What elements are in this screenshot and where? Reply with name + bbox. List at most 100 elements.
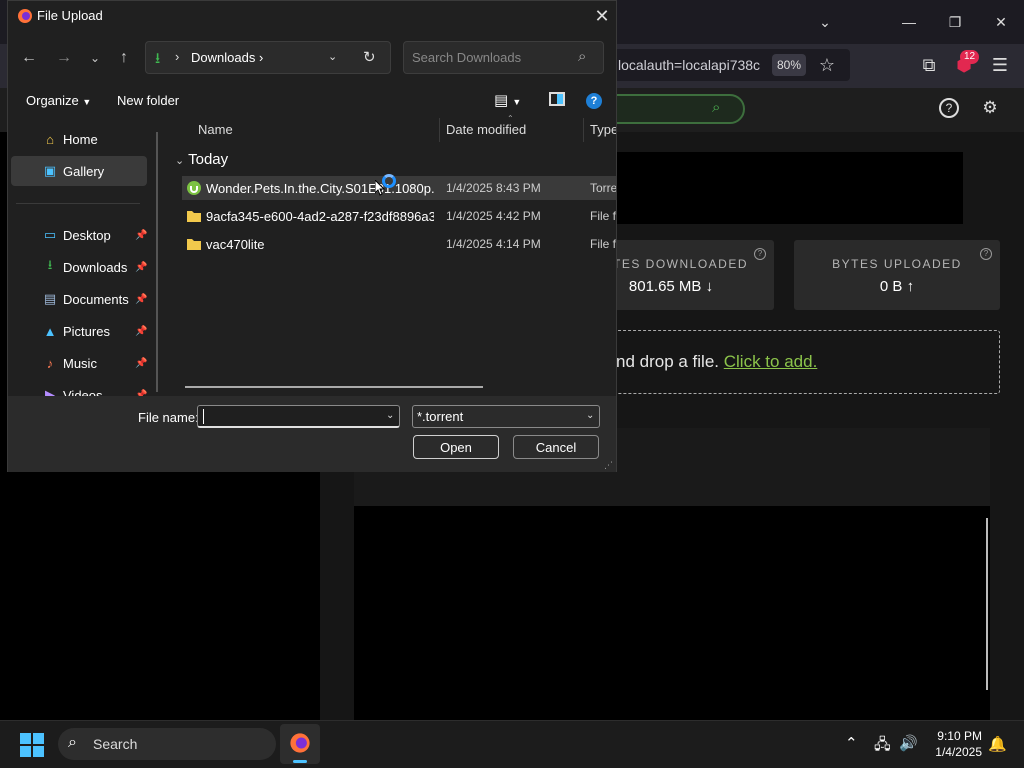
pin-icon: 📌 <box>135 293 148 305</box>
firefox-icon <box>290 733 310 753</box>
column-divider[interactable] <box>439 118 440 142</box>
arrow-down-icon: ↓ <box>705 278 714 295</box>
app-search-input[interactable] <box>600 94 745 124</box>
file-row[interactable]: Wonder.Pets.In.the.City.S01E01.1080p.WE.… <box>182 176 616 200</box>
nav-item-home[interactable]: ⌂ Home <box>11 124 147 154</box>
nav-item-label: Gallery <box>63 163 105 179</box>
help-icon[interactable]: ? <box>754 248 766 260</box>
dialog-title: File Upload <box>37 8 103 23</box>
network-icon[interactable]: 🖧 <box>874 734 891 759</box>
stat-label: BYTES UPLOADED <box>832 257 962 271</box>
taskbar-clock[interactable]: 9:10 PM 1/4/2025 <box>920 728 982 760</box>
search-icon: ⌕ <box>578 48 587 65</box>
arrow-up-icon: ↑ <box>906 278 915 295</box>
nav-item-desktop[interactable]: ▭ Desktop 📌 <box>11 220 148 250</box>
click-to-add-link[interactable]: Click to add. <box>724 352 818 371</box>
up-button[interactable]: ↑ <box>111 45 137 71</box>
gear-icon[interactable]: ⚙ <box>978 96 1002 120</box>
nav-item-downloads[interactable]: ⭳ Downloads 📌 <box>11 252 148 282</box>
help-icon[interactable]: ? <box>980 248 992 260</box>
resize-grip-icon[interactable]: ⋰ <box>604 460 613 471</box>
notification-bell-icon[interactable]: 🔔 <box>988 735 1007 753</box>
open-button[interactable]: Open <box>413 435 499 459</box>
downloads-icon: ⭳ <box>47 257 53 272</box>
chevron-down-icon: ▼ <box>82 97 92 107</box>
details-view-icon: ▤ <box>494 92 509 109</box>
bookmark-star-icon[interactable]: ☆ <box>813 51 841 79</box>
pin-icon: 📌 <box>135 325 148 337</box>
taskbar-firefox[interactable] <box>280 724 320 764</box>
breadcrumb[interactable]: Downloads › <box>191 50 263 65</box>
file-name-input[interactable] <box>197 405 400 428</box>
extensions-icon[interactable]: ⧉ <box>915 51 943 79</box>
new-folder-button[interactable]: New folder <box>117 93 179 108</box>
stat-value: 0 B ↑ <box>879 278 915 295</box>
arrow-right-icon: → <box>56 49 72 66</box>
file-name-label: File name: <box>138 410 199 425</box>
file-row[interactable]: vac470lite 1/4/2025 4:14 PM File folder <box>182 232 616 256</box>
view-options-button[interactable]: ▤ ▼ <box>494 91 521 109</box>
column-header-name[interactable]: Name <box>198 122 233 137</box>
refresh-icon[interactable]: ↻ <box>363 48 376 66</box>
column-header-date[interactable]: Date modified <box>446 122 526 137</box>
pictures-icon: ▲ <box>43 323 57 339</box>
volume-icon[interactable]: 🔊 <box>899 734 918 752</box>
scrollbar[interactable] <box>986 518 988 690</box>
nav-item-documents[interactable]: ▤ Documents 📌 <box>11 284 148 314</box>
taskbar-search[interactable] <box>58 728 276 760</box>
file-date: 1/4/2025 8:43 PM <box>446 181 541 195</box>
preview-pane-icon <box>557 94 563 104</box>
group-header-today[interactable]: ⌄ Today <box>175 151 228 168</box>
column-divider[interactable] <box>583 118 584 142</box>
torrent-file-icon <box>187 181 201 195</box>
nav-item-music[interactable]: ♪ Music 📌 <box>11 348 148 378</box>
column-header-type[interactable]: Type <box>590 122 616 137</box>
chevron-down-icon: ⌄ <box>819 13 831 30</box>
cancel-button[interactable]: Cancel <box>513 435 599 459</box>
nav-item-gallery[interactable]: ▣ Gallery <box>11 156 147 186</box>
file-name: Wonder.Pets.In.the.City.S01E01.1080p.WE.… <box>206 181 434 196</box>
chevron-down-icon: ⌄ <box>89 51 101 65</box>
close-window-button[interactable]: ✕ <box>978 0 1024 44</box>
minimize-icon: — <box>902 14 916 30</box>
organize-button[interactable]: Organize ▼ <box>26 93 91 108</box>
chevron-down-icon[interactable]: ⌄ <box>328 50 337 63</box>
home-icon: ⌂ <box>46 131 54 147</box>
nav-item-pictures[interactable]: ▲ Pictures 📌 <box>11 316 148 346</box>
forward-button[interactable]: → <box>51 45 77 71</box>
nav-item-label: Desktop <box>63 227 111 243</box>
chevron-up-icon[interactable]: ⌃ <box>845 734 858 752</box>
nav-item-videos[interactable]: ▶ Videos 📌 <box>11 380 147 396</box>
active-app-indicator <box>293 760 307 763</box>
restore-button[interactable]: ❐ <box>932 0 978 44</box>
file-type: File folder <box>590 237 616 251</box>
pin-icon: 📌 <box>135 357 148 369</box>
gallery-icon: ▣ <box>43 163 57 178</box>
horizontal-scrollbar[interactable] <box>185 386 483 388</box>
dialog-toolbar <box>8 86 616 116</box>
menu-icon[interactable]: ☰ <box>986 51 1014 79</box>
help-icon[interactable]: ? <box>939 98 959 118</box>
nav-scrollbar[interactable] <box>156 132 158 392</box>
chevron-down-icon: ⌄ <box>175 155 185 167</box>
recent-locations-button[interactable]: ⌄ <box>82 45 108 71</box>
dialog-close-button[interactable]: ✕ <box>588 4 616 28</box>
list-all-tabs-button[interactable]: ⌄ <box>802 0 848 44</box>
text-caret <box>203 409 204 424</box>
windows-start-icon[interactable] <box>20 733 44 757</box>
nav-item-label: Music <box>63 355 97 371</box>
preview-pane-button[interactable] <box>549 92 565 106</box>
close-icon: ✕ <box>594 5 610 26</box>
firefox-icon <box>18 9 32 23</box>
url-text: localauth=localapi738c <box>618 57 761 73</box>
minimize-button[interactable]: — <box>886 0 932 44</box>
close-icon: ✕ <box>995 13 1007 30</box>
file-row[interactable]: 9acfa345-e600-4ad2-a287-f23df8896a32 1/4… <box>182 204 616 228</box>
videos-icon: ▶ <box>45 387 55 396</box>
torrent-list <box>354 506 990 720</box>
address-bar[interactable] <box>145 41 391 74</box>
back-button[interactable]: ← <box>16 45 42 71</box>
chevron-down-icon[interactable]: ⌄ <box>386 410 394 421</box>
help-icon[interactable]: ? <box>586 93 602 109</box>
zoom-level[interactable]: 80% <box>772 54 806 76</box>
